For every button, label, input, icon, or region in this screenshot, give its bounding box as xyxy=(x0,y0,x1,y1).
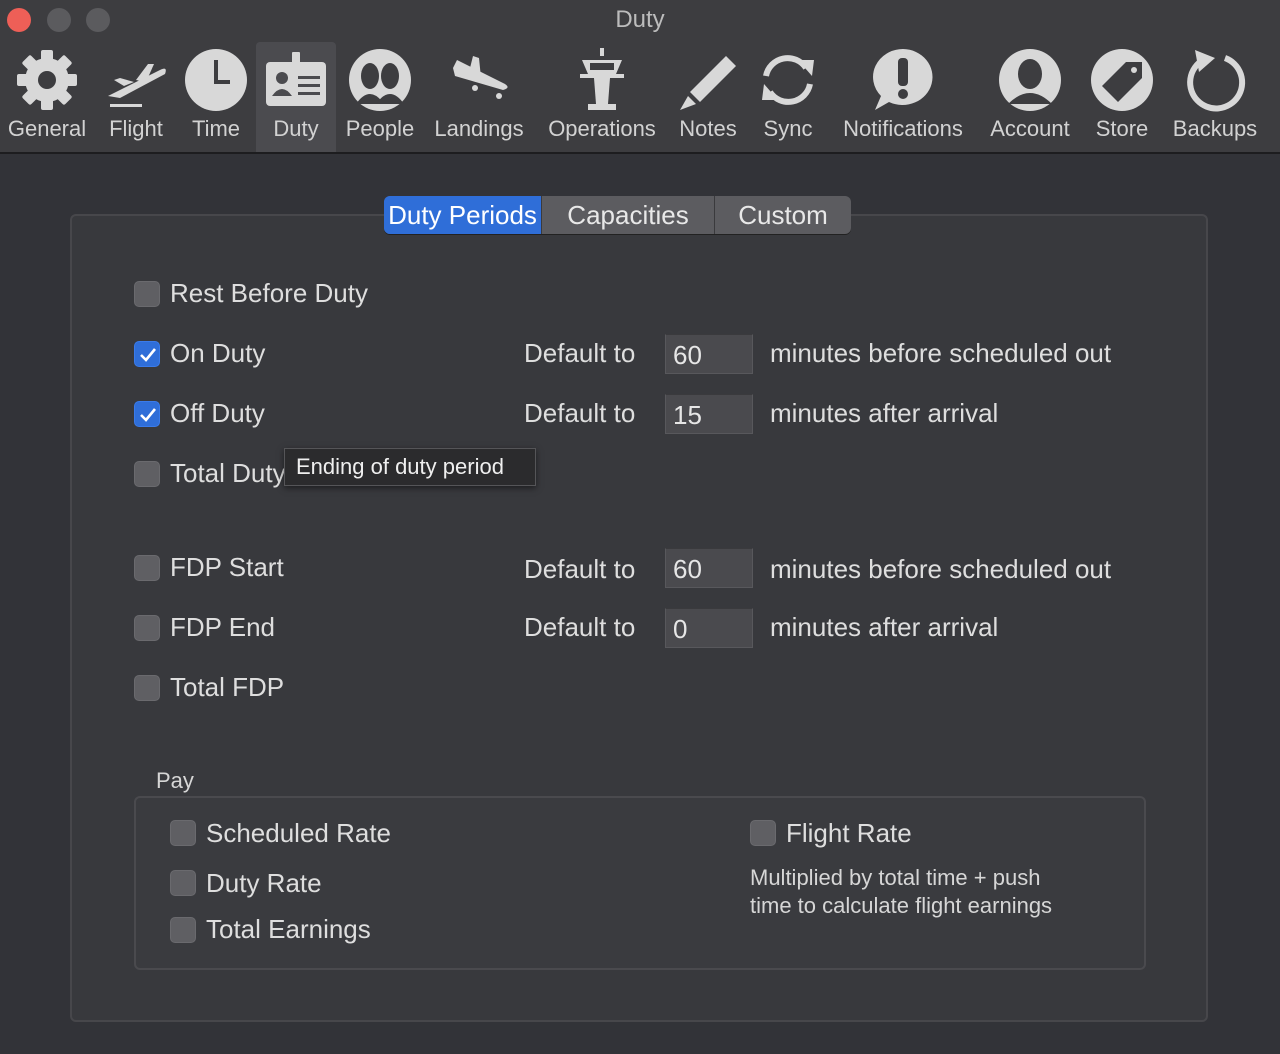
fdp-start-checkbox[interactable] xyxy=(134,555,160,581)
people-icon xyxy=(346,46,414,114)
toolbar-item-account[interactable]: Account xyxy=(982,42,1078,152)
tag-icon xyxy=(1088,46,1156,114)
toolbar-label: Account xyxy=(990,116,1070,141)
flight-rate-checkbox[interactable] xyxy=(750,820,776,846)
toolbar-label: General xyxy=(7,116,87,141)
duty-tabs: Duty Periods Capacities Custom xyxy=(384,196,851,234)
pay-section-title: Pay xyxy=(156,768,194,793)
scheduled-rate-checkbox[interactable] xyxy=(170,820,196,846)
airplane-icon xyxy=(102,46,170,114)
off-duty-default-label: Default to xyxy=(524,398,636,428)
toolbar-item-people[interactable]: People xyxy=(340,42,420,152)
toolbar-item-general[interactable]: General xyxy=(2,42,92,152)
total-earnings-checkbox[interactable] xyxy=(170,917,196,943)
toolbar-label: Duty xyxy=(273,116,319,141)
off-duty-label: Off Duty xyxy=(170,398,265,428)
fdp-start-minutes-field[interactable]: 60 xyxy=(665,548,753,588)
pencil-icon xyxy=(674,46,742,114)
fdp-start-label: FDP Start xyxy=(170,552,284,582)
fdp-end-default-label: Default to xyxy=(524,612,636,642)
clock-icon xyxy=(182,46,250,114)
toolbar-item-notifications[interactable]: Notifications xyxy=(834,42,972,152)
toolbar-label: Landings xyxy=(434,116,524,141)
tab-duty-periods[interactable]: Duty Periods xyxy=(384,196,541,234)
toolbar-label: Flight xyxy=(109,116,163,141)
total-fdp-label: Total FDP xyxy=(170,672,285,702)
on-duty-label: On Duty xyxy=(170,338,266,368)
off-duty-checkbox[interactable] xyxy=(134,401,160,427)
scheduled-rate-label: Scheduled Rate xyxy=(206,818,392,848)
window-title: Duty xyxy=(615,6,665,33)
off-duty-unit: minutes after arrival xyxy=(770,398,999,428)
rest-before-duty-label: Rest Before Duty xyxy=(170,278,368,308)
title-toolbar: Duty General Flight Time Duty People Lan… xyxy=(0,0,1280,154)
toolbar-label: Backups xyxy=(1172,116,1258,141)
tab-custom[interactable]: Custom xyxy=(714,196,851,234)
off-duty-minutes-field[interactable]: 15 xyxy=(665,394,753,434)
toolbar-item-time[interactable]: Time xyxy=(178,42,254,152)
landing-plane-icon xyxy=(445,46,513,114)
toolbar-item-backups[interactable]: Backups xyxy=(1166,42,1264,152)
toolbar-label: Notifications xyxy=(843,116,963,141)
total-fdp-checkbox[interactable] xyxy=(134,675,160,701)
tooltip: Ending of duty period xyxy=(284,448,536,486)
control-tower-icon xyxy=(568,46,636,114)
toolbar-label: Sync xyxy=(763,116,813,141)
on-duty-checkbox[interactable] xyxy=(134,341,160,367)
on-duty-minutes-field[interactable]: 60 xyxy=(665,334,753,374)
fdp-start-default-label: Default to xyxy=(524,554,636,584)
circular-arrow-icon xyxy=(1181,46,1249,114)
checkmark-icon xyxy=(140,348,157,362)
toolbar-item-flight[interactable]: Flight xyxy=(96,42,176,152)
total-duty-label: Total Duty xyxy=(170,458,286,488)
toolbar-label: People xyxy=(345,116,415,141)
fdp-end-unit: minutes after arrival xyxy=(770,612,999,642)
toolbar-label: Store xyxy=(1095,116,1149,141)
id-badge-icon xyxy=(262,46,330,114)
flight-rate-note: Multiplied by total time + push time to … xyxy=(750,864,1110,920)
duty-rate-checkbox[interactable] xyxy=(170,870,196,896)
toolbar-label: Notes xyxy=(679,116,737,141)
checkmark-icon xyxy=(140,408,157,422)
rest-before-duty-checkbox[interactable] xyxy=(134,281,160,307)
duty-rate-label: Duty Rate xyxy=(206,868,322,898)
person-silhouette-icon xyxy=(996,46,1064,114)
total-duty-checkbox[interactable] xyxy=(134,461,160,487)
flight-rate-note-line-1: Multiplied by total time + push xyxy=(750,865,1041,890)
sync-icon xyxy=(754,46,822,114)
on-duty-default-label: Default to xyxy=(524,338,636,368)
tab-capacities[interactable]: Capacities xyxy=(541,196,714,234)
toolbar-item-store[interactable]: Store xyxy=(1086,42,1158,152)
fdp-start-unit: minutes before scheduled out xyxy=(770,554,1112,584)
total-earnings-label: Total Earnings xyxy=(206,914,371,944)
toolbar-item-landings[interactable]: Landings xyxy=(426,42,532,152)
flight-rate-label: Flight Rate xyxy=(786,818,912,848)
toolbar-label: Operations xyxy=(548,116,656,141)
on-duty-unit: minutes before scheduled out xyxy=(770,338,1112,368)
toolbar-item-duty[interactable]: Duty xyxy=(256,42,336,152)
gear-icon xyxy=(13,46,81,114)
fdp-end-checkbox[interactable] xyxy=(134,615,160,641)
fdp-end-minutes-field[interactable]: 0 xyxy=(665,608,753,648)
toolbar-item-operations[interactable]: Operations xyxy=(540,42,664,152)
toolbar-label: Time xyxy=(191,116,241,141)
fdp-end-label: FDP End xyxy=(170,612,276,642)
exclamation-bubble-icon xyxy=(869,46,937,114)
flight-rate-note-line-2: time to calculate flight earnings xyxy=(750,893,1053,918)
toolbar-item-notes[interactable]: Notes xyxy=(668,42,748,152)
toolbar-item-sync[interactable]: Sync xyxy=(752,42,824,152)
